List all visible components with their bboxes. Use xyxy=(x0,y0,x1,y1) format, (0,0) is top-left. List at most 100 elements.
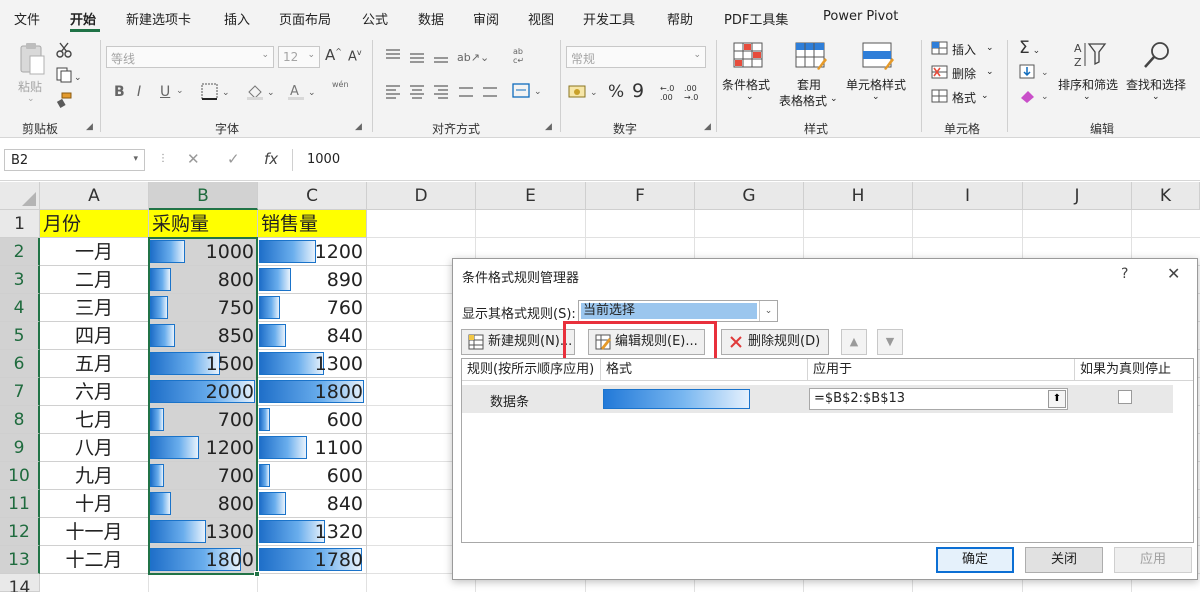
row-header-10[interactable]: 10 xyxy=(0,462,40,490)
shrink-font-button[interactable]: Av xyxy=(348,48,362,64)
help-icon[interactable]: ? xyxy=(1121,266,1128,282)
header-cell-purchase[interactable]: 采购量 xyxy=(149,210,258,238)
row-header-14[interactable]: 14 xyxy=(0,574,40,592)
month-cell[interactable]: 十月 xyxy=(40,490,149,518)
delete-cells-button[interactable]: 删除 xyxy=(952,65,976,82)
delete-rule-button[interactable]: 删除规则(D) xyxy=(721,329,829,355)
purchase-cell[interactable]: 850 xyxy=(149,322,258,350)
align-left-icon[interactable] xyxy=(385,84,505,103)
sales-cell[interactable]: 840 xyxy=(258,322,367,350)
select-all-corner[interactable] xyxy=(0,182,40,210)
underline-button[interactable]: U xyxy=(160,84,170,100)
move-up-icon[interactable]: ▲ xyxy=(841,329,867,355)
sort-filter-icon[interactable]: AZ xyxy=(1073,40,1107,73)
grow-font-button[interactable]: A^ xyxy=(325,46,342,64)
alignment-launcher-icon[interactable]: ◢ xyxy=(545,122,552,132)
paste-button[interactable]: 粘贴 xyxy=(18,78,42,95)
sales-cell[interactable]: 1200 xyxy=(258,238,367,266)
insert-cells-icon[interactable] xyxy=(931,40,949,59)
tab-page-layout[interactable]: 页面布局 xyxy=(279,9,331,28)
font-name-combo[interactable]: 等线 ⌄ xyxy=(106,46,274,68)
row-header-8[interactable]: 8 xyxy=(0,406,40,434)
stop-if-true-checkbox[interactable] xyxy=(1118,390,1132,404)
find-select-button[interactable]: 查找和选择 xyxy=(1126,76,1186,93)
tab-view[interactable]: 视图 xyxy=(528,9,554,28)
border-icon[interactable]: ⌄ xyxy=(201,83,231,104)
month-cell[interactable]: 二月 xyxy=(40,266,149,294)
paste-dropdown-icon[interactable]: ⌄ xyxy=(27,94,35,104)
column-header-b[interactable]: B xyxy=(149,182,258,210)
row-header-5[interactable]: 5 xyxy=(0,322,40,350)
sales-cell[interactable]: 1100 xyxy=(258,434,367,462)
column-header-f[interactable]: F xyxy=(586,182,695,210)
number-format-combo[interactable]: 常规 ⌄ xyxy=(566,46,706,68)
tab-power-pivot[interactable]: Power Pivot xyxy=(823,9,898,24)
header-cell-sales[interactable]: 销售量 xyxy=(258,210,367,238)
chevron-down-icon[interactable]: ⌄ xyxy=(759,301,777,321)
formula-input[interactable]: 1000 xyxy=(292,149,1197,171)
rule-row[interactable]: 数据条 =$B$2:$B$13 ⬆ xyxy=(462,385,1173,413)
column-header-c[interactable]: C xyxy=(258,182,367,210)
align-top-icon[interactable]: ab↗⌄ xyxy=(385,48,495,67)
purchase-cell[interactable]: 800 xyxy=(149,490,258,518)
column-header-j[interactable]: J xyxy=(1023,182,1132,210)
increase-decimal-icon[interactable]: ←.0.00.00 →.0 xyxy=(660,82,704,105)
row-header-2[interactable]: 2 xyxy=(0,238,40,266)
close-icon[interactable]: ✕ xyxy=(1167,264,1180,283)
insert-function-icon[interactable]: fx xyxy=(264,150,278,168)
comma-style-button[interactable]: 9 xyxy=(632,80,644,102)
month-cell[interactable]: 十二月 xyxy=(40,546,149,574)
month-cell[interactable]: 七月 xyxy=(40,406,149,434)
sales-cell[interactable]: 760 xyxy=(258,294,367,322)
rules-list[interactable]: 规则(按所示顺序应用) 格式 应用于 如果为真则停止 数据条 =$B$2:$B$… xyxy=(461,358,1194,543)
column-header-k[interactable]: K xyxy=(1132,182,1200,210)
conditional-format-dropdown-icon[interactable]: ⌄ xyxy=(746,92,754,102)
format-as-table-button-line1[interactable]: 套用 xyxy=(797,76,821,93)
sales-cell[interactable]: 1780 xyxy=(258,546,367,574)
applies-to-input[interactable]: =$B$2:$B$13 ⬆ xyxy=(809,388,1068,410)
sales-cell[interactable]: 600 xyxy=(258,406,367,434)
tab-new-tab[interactable]: 新建选项卡 xyxy=(126,9,191,28)
tab-home[interactable]: 开始 xyxy=(70,9,96,28)
format-dropdown-icon[interactable]: ⌄ xyxy=(981,91,989,101)
tab-insert[interactable]: 插入 xyxy=(224,9,250,28)
paste-icon[interactable] xyxy=(18,42,46,79)
apply-button[interactable]: 应用 xyxy=(1114,547,1192,573)
phonetic-button[interactable]: wén xyxy=(332,80,349,89)
row-header-1[interactable]: 1 xyxy=(0,210,40,238)
delete-dropdown-icon[interactable]: ⌄ xyxy=(986,67,994,77)
format-cells-button[interactable]: 格式 xyxy=(952,89,976,106)
month-cell[interactable]: 四月 xyxy=(40,322,149,350)
move-down-icon[interactable]: ▼ xyxy=(877,329,903,355)
collapse-range-icon[interactable]: ⬆ xyxy=(1048,390,1066,408)
format-cells-icon[interactable] xyxy=(931,88,949,107)
cell-styles-dropdown-icon[interactable]: ⌄ xyxy=(872,92,880,102)
find-select-dropdown-icon[interactable]: ⌄ xyxy=(1152,92,1160,102)
ok-button[interactable]: 确定 xyxy=(936,547,1014,573)
header-cell-month[interactable]: 月份 xyxy=(40,210,149,238)
row-header-11[interactable]: 11 xyxy=(0,490,40,518)
column-header-d[interactable]: D xyxy=(367,182,476,210)
purchase-cell[interactable]: 2000 xyxy=(149,378,258,406)
row-header-3[interactable]: 3 xyxy=(0,266,40,294)
bold-button[interactable]: B xyxy=(114,84,125,100)
sales-cell[interactable]: 1320 xyxy=(258,518,367,546)
italic-button[interactable]: I xyxy=(137,84,141,100)
row-header-7[interactable]: 7 xyxy=(0,378,40,406)
format-as-table-button-line2[interactable]: 表格格式 xyxy=(779,92,827,109)
sales-cell[interactable]: 1800 xyxy=(258,378,367,406)
fill-color-icon[interactable]: ⌄ xyxy=(246,83,276,104)
row-header-6[interactable]: 6 xyxy=(0,350,40,378)
sales-cell[interactable]: 840 xyxy=(258,490,367,518)
month-cell[interactable]: 六月 xyxy=(40,378,149,406)
purchase-cell[interactable]: 1800 xyxy=(149,546,258,574)
row-header-13[interactable]: 13 xyxy=(0,546,40,574)
format-painter-icon[interactable] xyxy=(56,92,72,111)
month-cell[interactable]: 五月 xyxy=(40,350,149,378)
column-header-g[interactable]: G xyxy=(695,182,804,210)
show-rules-select[interactable]: 当前选择 ⌄ xyxy=(578,300,778,322)
purchase-cell[interactable]: 1000 xyxy=(149,238,258,266)
font-launcher-icon[interactable]: ◢ xyxy=(355,122,362,132)
insert-dropdown-icon[interactable]: ⌄ xyxy=(986,43,994,53)
accounting-format-icon[interactable]: ⌄ xyxy=(568,83,602,104)
